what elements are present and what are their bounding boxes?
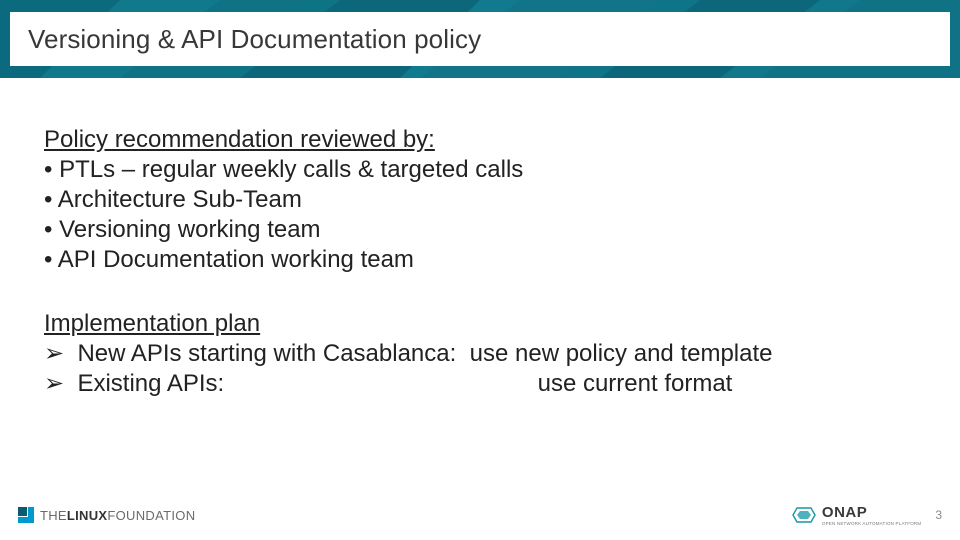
title-bar: Versioning & API Documentation policy — [10, 12, 950, 66]
linux-foundation-logo: THELINUXFOUNDATION — [18, 507, 195, 523]
lf-logo-text: THELINUXFOUNDATION — [40, 508, 195, 523]
onap-logo-subtext: OPEN NETWORK AUTOMATION PLATFORM — [822, 522, 921, 527]
review-item: • API Documentation working team — [44, 245, 924, 275]
review-item: • Architecture Sub-Team — [44, 185, 924, 215]
lf-mark-icon — [18, 507, 34, 523]
plan-item: ➢ Existing APIs: use current format — [44, 369, 924, 399]
plan-heading: Implementation plan — [44, 309, 924, 339]
footer-right: ONAP OPEN NETWORK AUTOMATION PLATFORM 3 — [792, 504, 942, 527]
onap-logo: ONAP OPEN NETWORK AUTOMATION PLATFORM — [792, 504, 921, 527]
slide-title: Versioning & API Documentation policy — [28, 24, 481, 55]
review-item: • PTLs – regular weekly calls & targeted… — [44, 155, 924, 185]
title-banner: Versioning & API Documentation policy — [0, 0, 960, 78]
page-number: 3 — [935, 508, 942, 522]
slide-footer: THELINUXFOUNDATION ONAP OPEN NETWORK AUT… — [0, 496, 960, 540]
onap-mark-icon — [792, 506, 816, 524]
plan-item: ➢ New APIs starting with Casablanca: use… — [44, 339, 924, 369]
slide-body: Policy recommendation reviewed by: • PTL… — [44, 125, 924, 399]
review-heading: Policy recommendation reviewed by: — [44, 125, 924, 155]
onap-logo-text: ONAP — [822, 504, 921, 521]
review-item: • Versioning working team — [44, 215, 924, 245]
